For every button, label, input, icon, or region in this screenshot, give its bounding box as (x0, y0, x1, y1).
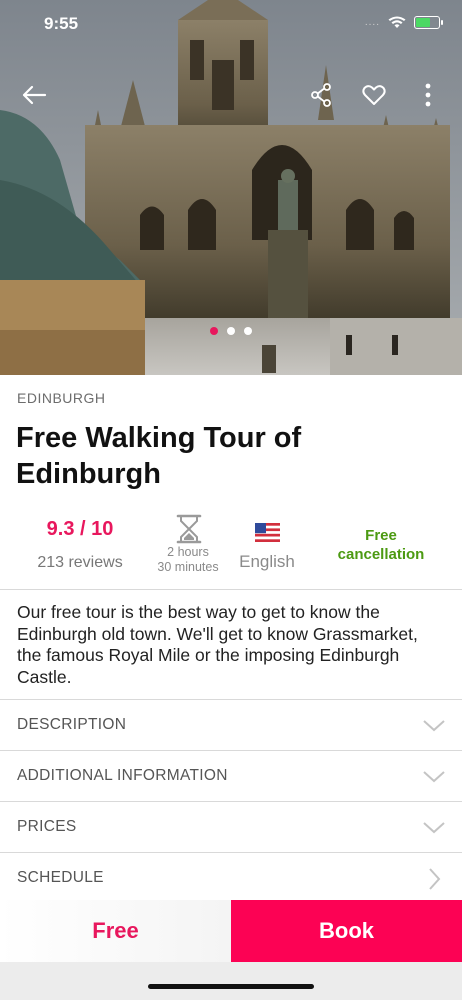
price-label: Free (0, 900, 231, 962)
duration-minutes: 30 minutes (157, 560, 219, 574)
book-button[interactable]: Book (231, 900, 462, 962)
hourglass-icon (176, 514, 202, 544)
section-additional-information[interactable]: ADDITIONAL INFORMATION (0, 751, 462, 802)
free-cancellation-label: Free cancellation (337, 527, 425, 563)
section-label: SCHEDULE (17, 869, 104, 886)
pager-dot[interactable] (244, 327, 252, 335)
image-pager[interactable] (0, 327, 462, 335)
status-icons: .... (364, 16, 443, 29)
back-button[interactable] (16, 77, 52, 113)
status-time: 9:55 (44, 14, 79, 33)
back-arrow-icon (22, 85, 47, 105)
home-indicator-area (0, 962, 462, 1000)
city-label: EDINBURGH (17, 390, 106, 406)
cathedral-photo (0, 0, 462, 375)
section-schedule[interactable]: SCHEDULE (0, 853, 462, 904)
duration-hours: 2 hours (167, 545, 209, 559)
chevron-down-icon (423, 771, 445, 783)
section-label: DESCRIPTION (17, 716, 127, 733)
booking-bar: Free Book (0, 900, 462, 962)
section-label: PRICES (17, 818, 77, 835)
more-vertical-icon (425, 83, 431, 107)
duration-text: 2 hours 30 minutes (144, 545, 232, 575)
favorite-button[interactable] (356, 77, 392, 113)
battery-icon (414, 16, 443, 29)
tour-title: Free Walking Tour of Edinburgh (16, 422, 302, 490)
more-options-button[interactable] (410, 77, 446, 113)
home-indicator[interactable] (148, 984, 314, 989)
reviews-count[interactable]: 213 reviews (20, 554, 140, 572)
language-label: English (239, 552, 295, 571)
share-icon (311, 83, 331, 107)
divider (0, 589, 462, 590)
chevron-right-icon (429, 868, 441, 890)
tour-stats: 9.3 / 10 213 reviews 2 hours 30 minutes … (0, 510, 462, 588)
share-button[interactable] (303, 77, 339, 113)
tour-summary: Our free tour is the best way to get to … (17, 602, 418, 687)
signal-icon: .... (364, 17, 380, 28)
pager-dot[interactable] (227, 327, 235, 335)
chevron-down-icon (423, 822, 445, 834)
us-flag-icon (255, 523, 280, 542)
hero-image[interactable]: 9:55 .... (0, 0, 462, 375)
chevron-down-icon (423, 720, 445, 732)
pager-dot-active[interactable] (210, 327, 218, 335)
wifi-icon (388, 16, 406, 28)
section-description[interactable]: DESCRIPTION (0, 700, 462, 751)
heart-icon (362, 85, 386, 105)
section-prices[interactable]: PRICES (0, 802, 462, 853)
section-label: ADDITIONAL INFORMATION (17, 767, 228, 784)
rating-score: 9.3 / 10 (46, 518, 114, 540)
